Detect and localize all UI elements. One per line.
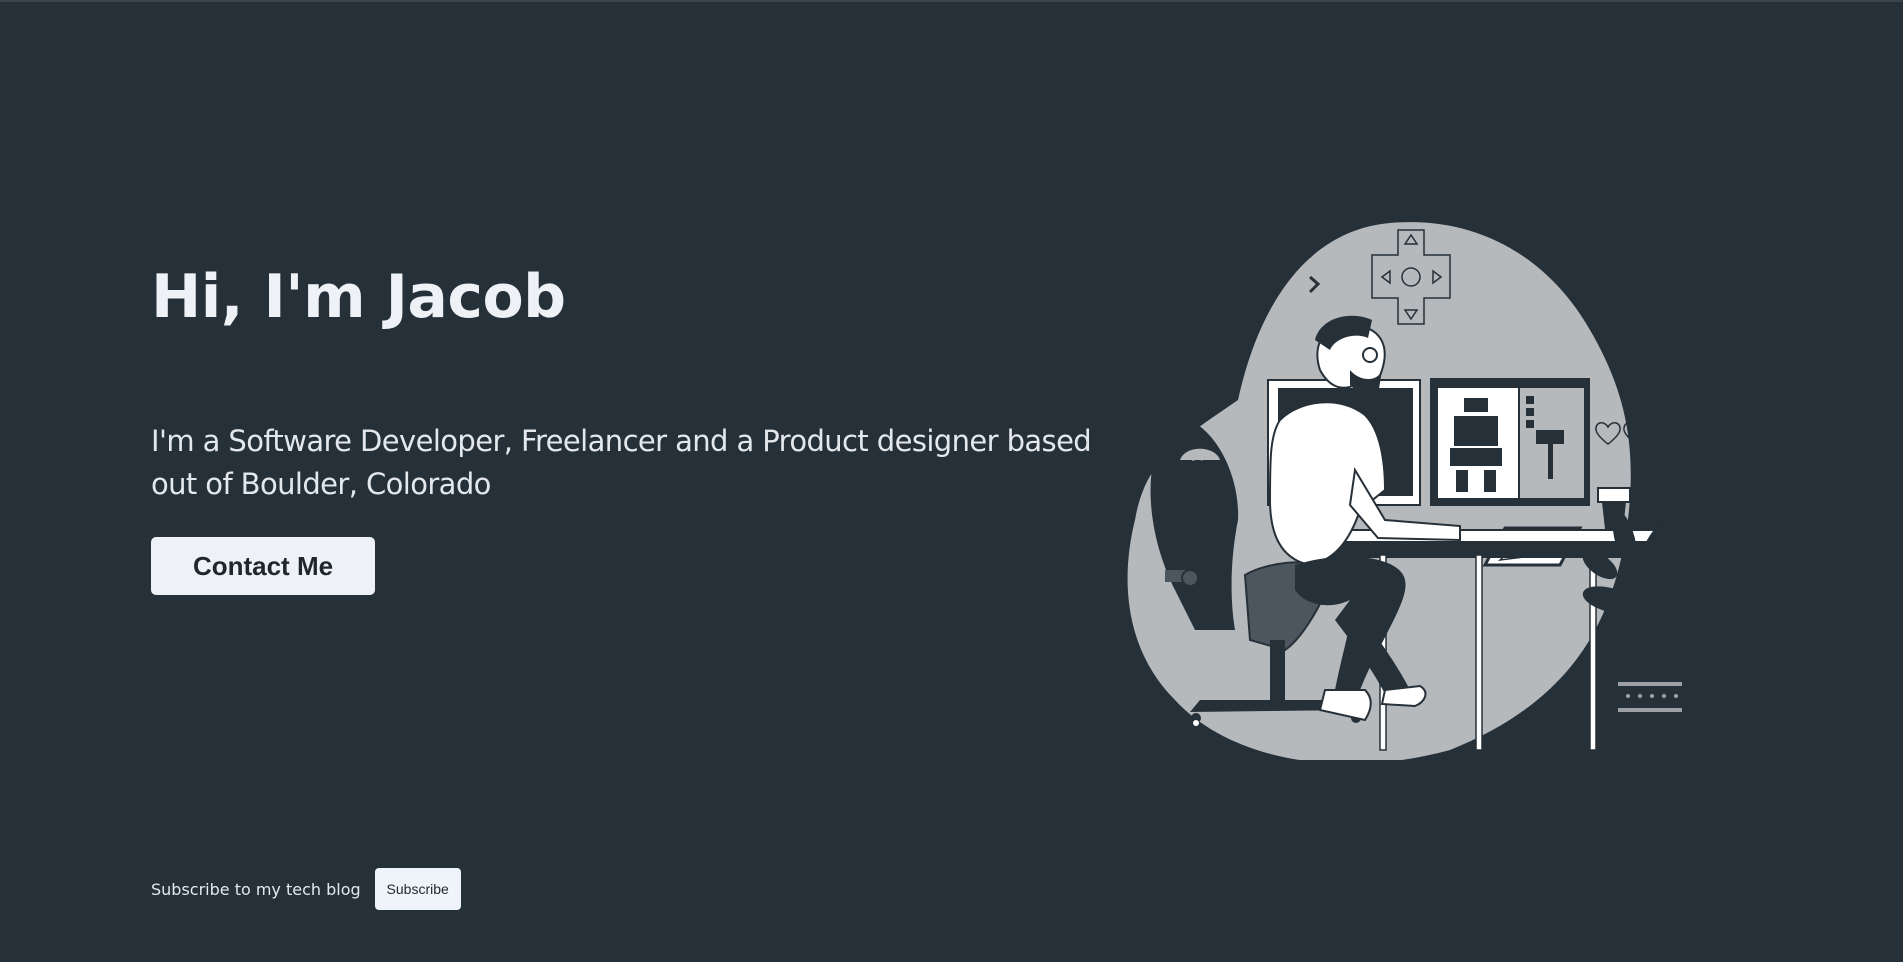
contact-me-button[interactable]: Contact Me bbox=[151, 537, 375, 595]
developer-at-desk-illustration bbox=[1127, 222, 1682, 760]
hero-section: Hi, I'm Jacob I'm a Software Developer, … bbox=[0, 0, 1903, 962]
subscribe-bar: Subscribe to my tech blog Subscribe bbox=[151, 868, 461, 910]
subscribe-button[interactable]: Subscribe bbox=[374, 868, 461, 910]
page-title: Hi, I'm Jacob bbox=[151, 262, 566, 332]
hero-description: I'm a Software Developer, Freelancer and… bbox=[151, 424, 1092, 501]
subscribe-text: Subscribe to my tech blog bbox=[151, 879, 361, 899]
